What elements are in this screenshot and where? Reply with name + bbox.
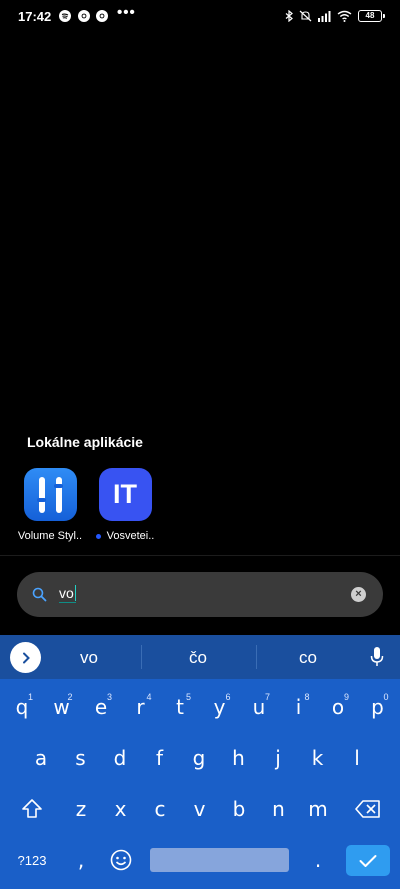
keyboard: vo čo co q1w2e3r4t5y6u7i8o9p0 asdfghjkl zx… [0, 635, 400, 889]
key-w[interactable]: w2 [44, 687, 80, 727]
enter-key[interactable] [346, 845, 390, 876]
key-n[interactable]: n [261, 789, 297, 829]
key-c[interactable]: c [142, 789, 178, 829]
space-key[interactable] [150, 848, 289, 872]
wifi-icon [337, 10, 352, 22]
app-vosvetei[interactable]: IT Vosvetei.. [89, 468, 161, 542]
comma-key[interactable]: , [63, 840, 99, 880]
status-bar: 17:42 ••• 48 [0, 0, 400, 34]
it-icon: IT [98, 468, 152, 521]
app-label: Vosvetei.. [106, 530, 155, 542]
checkmark-icon [359, 854, 377, 867]
battery-icon: 48 [358, 10, 385, 22]
chrome-icon [96, 10, 108, 22]
key-l[interactable]: l [339, 738, 375, 778]
key-z[interactable]: z [63, 789, 99, 829]
bluetooth-icon [285, 10, 293, 22]
chrome-icon [78, 10, 90, 22]
key-d[interactable]: d [102, 738, 138, 778]
key-u[interactable]: u7 [241, 687, 277, 727]
clock: 17:42 [18, 9, 52, 24]
key-r[interactable]: r4 [123, 687, 159, 727]
suggestion-bar: vo čo co [0, 635, 400, 679]
search-bar[interactable]: vo × [17, 572, 383, 617]
key-h[interactable]: h [221, 738, 257, 778]
key-g[interactable]: g [181, 738, 217, 778]
key-f[interactable]: f [142, 738, 178, 778]
key-q[interactable]: q1 [4, 687, 40, 727]
backspace-icon[interactable] [355, 800, 381, 818]
suggestion-1[interactable]: vo [34, 648, 144, 668]
key-m[interactable]: m [300, 789, 336, 829]
divider [0, 555, 400, 556]
key-j[interactable]: j [260, 738, 296, 778]
symbols-key[interactable]: ?123 [10, 840, 54, 880]
key-x[interactable]: x [103, 789, 139, 829]
suggestion-2[interactable]: čo [143, 648, 253, 668]
shift-icon[interactable] [20, 797, 44, 821]
microphone-icon[interactable] [370, 646, 384, 668]
app-volume-styles[interactable]: Volume Styl.. [14, 468, 86, 542]
key-a[interactable]: a [23, 738, 59, 778]
key-t[interactable]: t5 [162, 687, 198, 727]
suggestion-divider [141, 645, 142, 669]
volume-styles-icon [23, 468, 77, 521]
battery-level: 48 [365, 11, 375, 20]
suggestion-3[interactable]: co [253, 648, 363, 668]
spotify-icon [59, 10, 71, 22]
key-k[interactable]: k [300, 738, 336, 778]
period-key[interactable]: . [300, 840, 336, 880]
key-o[interactable]: o9 [320, 687, 356, 727]
app-label: Volume Styl.. [17, 530, 83, 542]
chevron-right-icon [22, 652, 30, 663]
search-input[interactable]: vo [59, 585, 76, 603]
close-icon[interactable]: × [351, 587, 366, 602]
key-v[interactable]: v [182, 789, 218, 829]
new-app-indicator [95, 533, 101, 539]
key-i[interactable]: i8 [281, 687, 317, 727]
more-notifications-icon: ••• [117, 4, 136, 21]
key-b[interactable]: b [221, 789, 257, 829]
key-p[interactable]: p0 [360, 687, 396, 727]
search-icon [32, 587, 47, 602]
signal-icon [318, 11, 331, 22]
key-s[interactable]: s [63, 738, 99, 778]
mute-icon [299, 10, 312, 22]
key-y[interactable]: y6 [202, 687, 238, 727]
emoji-icon[interactable] [110, 849, 132, 871]
key-e[interactable]: e3 [83, 687, 119, 727]
local-apps-title: Lokálne aplikácie [27, 434, 143, 450]
search-query: vo [59, 585, 74, 601]
